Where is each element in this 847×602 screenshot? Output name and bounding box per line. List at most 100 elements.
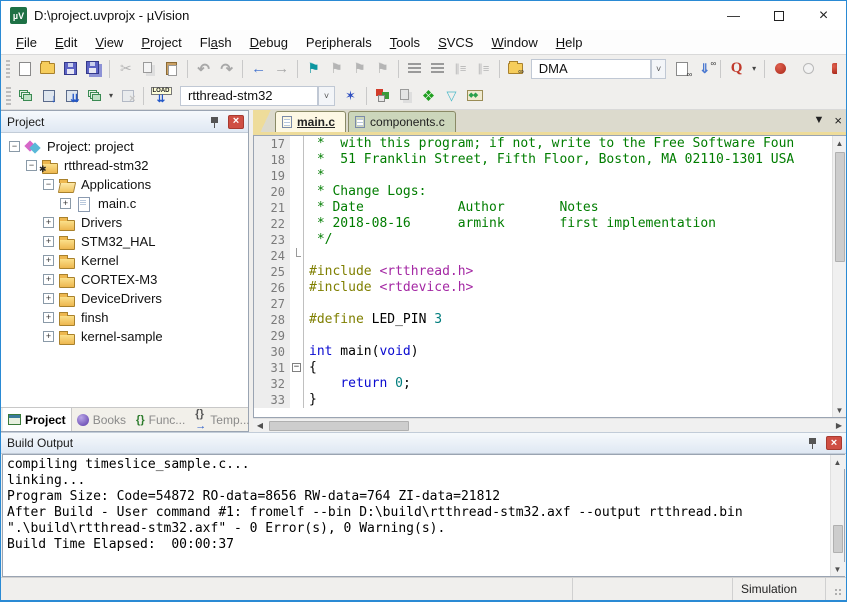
plus-expander-icon[interactable]: + <box>43 236 54 247</box>
tree-item-cortex-m3[interactable]: +CORTEX-M3 <box>1 270 248 289</box>
fold-margin[interactable] <box>290 264 304 280</box>
comment-button[interactable]: ∥≡ <box>449 58 472 80</box>
fold-margin[interactable] <box>290 296 304 312</box>
search-combo[interactable]: DMA <box>531 59 651 79</box>
undo-button[interactable]: ↶ <box>192 58 215 80</box>
redo-button[interactable]: ↷ <box>215 58 238 80</box>
build-vscroll-thumb[interactable] <box>833 525 843 553</box>
select-packs-button[interactable]: ▽ <box>440 85 463 107</box>
search-combo-dropdown[interactable]: ˅ <box>651 59 666 79</box>
menu-flash[interactable]: Flash <box>191 32 241 53</box>
batch-build-dropdown[interactable]: ▾ <box>106 85 116 107</box>
fold-collapse-icon[interactable]: − <box>292 363 301 372</box>
toolbar-grip[interactable] <box>6 60 10 78</box>
disable-breakpoint-button[interactable] <box>797 58 820 80</box>
build-scroll-up-icon[interactable]: ▲ <box>831 455 845 469</box>
navigate-back-button[interactable]: ← <box>247 58 270 80</box>
find-in-files-button[interactable]: ∞ <box>504 58 527 80</box>
menu-project[interactable]: Project <box>132 32 190 53</box>
fold-margin[interactable] <box>290 216 304 232</box>
code-area[interactable]: 17 * with this program; if not, write to… <box>254 136 832 417</box>
minus-expander-icon[interactable]: − <box>9 141 20 152</box>
quick-search-button[interactable]: Q <box>725 58 748 80</box>
tree-item-main-c[interactable]: +main.c <box>1 194 248 213</box>
plus-expander-icon[interactable]: + <box>43 255 54 266</box>
pin-icon[interactable] <box>208 115 222 129</box>
fold-margin[interactable] <box>290 344 304 360</box>
tree-item-project-project[interactable]: −Project: project <box>1 137 248 156</box>
fold-margin[interactable] <box>290 392 304 408</box>
menu-debug[interactable]: Debug <box>241 32 297 53</box>
quick-search-dropdown[interactable]: ▾ <box>748 58 760 80</box>
panel-tab-project[interactable]: Project <box>3 408 72 431</box>
uncomment-button[interactable]: ∥≡ <box>472 58 495 80</box>
stop-build-button[interactable]: × <box>116 85 139 107</box>
build-output-close-icon[interactable]: × <box>826 436 842 450</box>
insert-breakpoint-button[interactable] <box>769 58 792 80</box>
tree-item-devicedrivers[interactable]: +DeviceDrivers <box>1 289 248 308</box>
plus-expander-icon[interactable]: + <box>43 293 54 304</box>
panel-tab-func[interactable]: {}Func... <box>131 408 190 431</box>
close-document-icon[interactable]: × <box>834 114 842 127</box>
fold-margin[interactable] <box>290 248 304 264</box>
menu-peripherals[interactable]: Peripherals <box>297 32 381 53</box>
scroll-up-icon[interactable]: ▲ <box>833 136 847 150</box>
menu-view[interactable]: View <box>86 32 132 53</box>
prev-bookmark-button[interactable]: ⚑ <box>325 58 348 80</box>
resize-grip[interactable] <box>826 578 846 600</box>
fold-margin[interactable] <box>290 168 304 184</box>
scroll-right-icon[interactable]: ▶ <box>832 419 846 433</box>
paste-button[interactable] <box>160 58 183 80</box>
target-combo-dropdown[interactable]: ˅ <box>318 86 335 106</box>
editor-tab-main-c[interactable]: main.c <box>275 111 346 132</box>
fold-margin[interactable] <box>290 312 304 328</box>
plus-expander-icon[interactable]: + <box>43 274 54 285</box>
vscroll-thumb[interactable] <box>835 152 845 262</box>
build-vertical-scrollbar[interactable]: ▲ ▼ <box>830 455 844 576</box>
tree-item-applications[interactable]: −Applications <box>1 175 248 194</box>
fold-margin[interactable]: − <box>290 360 304 376</box>
incremental-find-button[interactable]: ⇓∞ <box>693 58 716 80</box>
find-button[interactable]: ∞ <box>670 58 693 80</box>
panel-tab-books[interactable]: Books <box>72 408 131 431</box>
new-file-button[interactable] <box>13 58 36 80</box>
fold-margin[interactable] <box>290 328 304 344</box>
tree-item-rtthread-stm32[interactable]: −✱rtthread-stm32 <box>1 156 248 175</box>
navigate-forward-button[interactable]: → <box>270 58 293 80</box>
open-file-button[interactable] <box>36 58 59 80</box>
copy-button[interactable] <box>137 58 160 80</box>
save-all-button[interactable] <box>82 58 105 80</box>
tree-item-drivers[interactable]: +Drivers <box>1 213 248 232</box>
manage-rte-button[interactable]: ❖ <box>417 85 440 107</box>
close-button[interactable]: × <box>801 1 846 30</box>
minus-expander-icon[interactable]: − <box>43 179 54 190</box>
clear-breakpoints-button[interactable] <box>823 58 846 80</box>
minimize-button[interactable]: — <box>711 1 756 30</box>
menu-window[interactable]: Window <box>482 32 546 53</box>
tree-item-stm32-hal[interactable]: +STM32_HAL <box>1 232 248 251</box>
fold-margin[interactable] <box>290 136 304 152</box>
indent-button[interactable] <box>403 58 426 80</box>
cut-button[interactable]: ✂ <box>114 58 137 80</box>
fold-margin[interactable] <box>290 376 304 392</box>
tab-list-dropdown-icon[interactable]: ▼ <box>814 115 825 126</box>
pack-installer-button[interactable] <box>463 85 486 107</box>
menu-edit[interactable]: Edit <box>46 32 86 53</box>
hscroll-thumb[interactable] <box>269 421 409 431</box>
batch-build-button[interactable] <box>83 85 106 107</box>
translate-button[interactable] <box>14 85 37 107</box>
tree-item-kernel[interactable]: +Kernel <box>1 251 248 270</box>
panel-tab-temp[interactable]: {}→Temp... <box>190 408 254 431</box>
build-pin-icon[interactable] <box>806 436 820 450</box>
manage-project-items-button[interactable] <box>371 85 394 107</box>
fold-margin[interactable] <box>290 200 304 216</box>
toolbar-grip-2[interactable] <box>6 87 11 105</box>
menu-tools[interactable]: Tools <box>381 32 429 53</box>
scroll-left-icon[interactable]: ◀ <box>253 419 267 433</box>
plus-expander-icon[interactable]: + <box>60 198 71 209</box>
minus-expander-icon[interactable]: − <box>26 160 37 171</box>
target-options-button[interactable]: ✶ <box>339 85 362 107</box>
editor-horizontal-scrollbar[interactable]: ◀ ▶ <box>253 418 846 432</box>
plus-expander-icon[interactable]: + <box>43 312 54 323</box>
tree-item-kernel-sample[interactable]: +kernel-sample <box>1 327 248 346</box>
